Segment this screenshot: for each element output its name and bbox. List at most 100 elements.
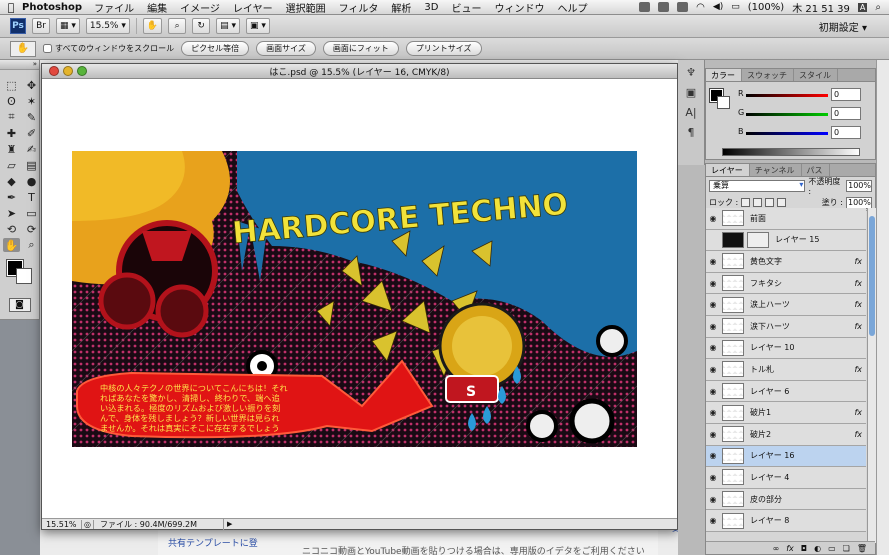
lasso-tool-icon[interactable]: ʘ bbox=[3, 94, 20, 108]
zoom-level-menu[interactable]: 15.5% ▾ bbox=[85, 18, 130, 34]
background-color-swatch[interactable] bbox=[16, 268, 32, 284]
zoom-window-button[interactable] bbox=[77, 66, 87, 76]
add-mask-icon[interactable]: ◘ bbox=[801, 544, 807, 553]
close-window-button[interactable] bbox=[49, 66, 59, 76]
path-select-tool-icon[interactable]: ➤ bbox=[3, 206, 20, 220]
document-title-bar[interactable]: はこ.psd @ 15.5% (レイヤー 16, CMYK/8) bbox=[42, 64, 677, 79]
minimize-window-button[interactable] bbox=[63, 66, 73, 76]
tab-color[interactable]: カラー bbox=[706, 69, 742, 81]
move-tool-icon[interactable]: ✥ bbox=[23, 78, 40, 92]
zoom-tool-icon[interactable]: ⌕ bbox=[23, 238, 40, 252]
user-icon[interactable]: A bbox=[857, 2, 868, 12]
eye-icon[interactable]: ◉ bbox=[706, 279, 720, 288]
document-canvas[interactable]: 中核の人々テクノの世界についてこんにちは！それ ればあなたを驚かし、清掃し、終わ… bbox=[42, 80, 677, 519]
eye-icon[interactable]: ◉ bbox=[706, 257, 720, 266]
layer-row[interactable]: ◉ 黄色文字 fx bbox=[706, 251, 866, 273]
layer-row[interactable]: ◉ トル札 fx bbox=[706, 359, 866, 381]
layer-fx-icon[interactable]: fx bbox=[854, 279, 862, 288]
eye-icon[interactable]: ◉ bbox=[706, 387, 720, 396]
tab-paths[interactable]: パス bbox=[802, 164, 830, 176]
eye-icon[interactable]: ◉ bbox=[706, 495, 720, 504]
layer-style-icon[interactable]: fx bbox=[786, 544, 794, 553]
arrange-documents-button[interactable]: ▤ ▾ bbox=[216, 18, 240, 34]
layer-row[interactable]: ◉ レイヤー 8 bbox=[706, 510, 866, 532]
tool-preset-picker[interactable]: ✋ bbox=[10, 40, 36, 57]
eye-icon[interactable]: ◉ bbox=[706, 365, 720, 374]
layer-fx-icon[interactable]: fx bbox=[854, 430, 862, 439]
lock-all-icon[interactable] bbox=[777, 198, 787, 207]
menu-image[interactable]: イメージ bbox=[180, 0, 220, 15]
layer-row[interactable]: ◉ 皮の部分 bbox=[706, 488, 866, 511]
green-value-input[interactable]: 0 bbox=[831, 107, 861, 120]
eye-icon[interactable]: ◉ bbox=[706, 300, 720, 309]
tab-styles[interactable]: スタイル bbox=[794, 69, 838, 81]
menu-3d[interactable]: 3D bbox=[424, 2, 438, 13]
eye-icon[interactable]: ◉ bbox=[706, 516, 720, 525]
layer-row[interactable]: ◉ 破片1 fx bbox=[706, 402, 866, 424]
healing-tool-icon[interactable]: ✚ bbox=[3, 126, 20, 140]
fill-input[interactable]: 100% bbox=[846, 196, 872, 209]
paragraph-panel-icon[interactable]: ¶ bbox=[681, 126, 701, 140]
shape-tool-icon[interactable]: ▭ bbox=[23, 206, 40, 220]
layer-row[interactable]: ◉ 前面 bbox=[706, 208, 866, 230]
layer-list-scrollbar[interactable] bbox=[867, 208, 876, 543]
layer-row[interactable]: ◉ フキタシ fx bbox=[706, 272, 866, 295]
hand-tool-button[interactable]: ✋ bbox=[142, 18, 163, 34]
menu-filter[interactable]: フィルタ bbox=[339, 0, 379, 15]
blur-tool-icon[interactable]: ◆ bbox=[3, 174, 20, 188]
pen-tool-icon[interactable]: ✒ bbox=[3, 190, 20, 204]
eye-icon[interactable]: ◉ bbox=[706, 343, 720, 352]
layer-row-selected[interactable]: ◉ レイヤー 16 bbox=[706, 445, 866, 468]
bridge-button[interactable]: Br bbox=[32, 18, 50, 34]
layer-fx-icon[interactable]: fx bbox=[854, 408, 862, 417]
menu-window[interactable]: ウィンドウ bbox=[494, 0, 544, 15]
layer-fx-icon[interactable]: fx bbox=[854, 257, 862, 266]
blue-slider[interactable] bbox=[746, 132, 828, 135]
color-panel-background-swatch[interactable] bbox=[717, 96, 730, 109]
layer-fx-icon[interactable]: fx bbox=[854, 365, 862, 374]
layer-fx-icon[interactable]: fx bbox=[854, 300, 862, 309]
status-menu-arrow-icon[interactable]: ▶ bbox=[224, 520, 232, 528]
history-brush-tool-icon[interactable]: ✍ bbox=[23, 142, 40, 156]
eye-icon[interactable]: ◉ bbox=[706, 473, 720, 482]
zoom-tool-button[interactable]: ⌕ bbox=[168, 18, 187, 34]
hand-tool-icon[interactable]: ✋ bbox=[3, 238, 20, 252]
history-panel-icon[interactable]: ♆ bbox=[681, 66, 701, 80]
layer-fx-icon[interactable]: fx bbox=[854, 322, 862, 331]
adjustment-layer-icon[interactable]: ◐ bbox=[814, 544, 821, 553]
menu-help[interactable]: ヘルプ bbox=[557, 0, 587, 15]
menu-clock[interactable]: 木 21 51 39 bbox=[792, 0, 850, 15]
layer-row[interactable]: ◉ 涙下ハーツ fx bbox=[706, 315, 866, 338]
tab-channels[interactable]: チャンネル bbox=[750, 164, 802, 176]
battery-percent[interactable]: (100%) bbox=[748, 2, 784, 13]
tray-app-icon[interactable] bbox=[639, 2, 651, 12]
trash-icon[interactable]: 🗑 bbox=[857, 544, 867, 553]
blue-value-input[interactable]: 0 bbox=[831, 126, 861, 139]
volume-icon[interactable]: ◀) bbox=[713, 2, 723, 12]
tools-panel-grip[interactable]: » bbox=[0, 60, 39, 70]
dodge-tool-icon[interactable]: ● bbox=[23, 174, 40, 188]
menu-app-name[interactable]: Photoshop bbox=[22, 2, 82, 13]
menu-edit[interactable]: 編集 bbox=[147, 0, 167, 15]
blend-mode-select[interactable]: 乗算 bbox=[709, 180, 806, 192]
wifi-icon[interactable]: ◠ bbox=[696, 2, 705, 13]
tab-swatches[interactable]: スウォッチ bbox=[742, 69, 794, 81]
new-layer-icon[interactable]: ❏ bbox=[843, 544, 850, 553]
quick-mask-button[interactable]: ◙ bbox=[8, 298, 31, 312]
color-spectrum-bar[interactable] bbox=[722, 148, 860, 156]
tray-sync-icon[interactable] bbox=[658, 2, 670, 12]
status-options-icon[interactable]: ◎ bbox=[82, 519, 94, 529]
menu-view[interactable]: ビュー bbox=[451, 0, 481, 15]
screen-mode-button[interactable]: ▣ ▾ bbox=[245, 18, 270, 34]
menu-select[interactable]: 選択範囲 bbox=[286, 0, 326, 15]
layer-row[interactable]: ◉ レイヤー 4 bbox=[706, 467, 866, 489]
actual-pixels-button[interactable]: ピクセル等倍 bbox=[181, 41, 250, 56]
green-slider[interactable] bbox=[746, 113, 828, 116]
spotlight-icon[interactable]: ⌕ bbox=[875, 2, 881, 13]
tray-bluetooth-icon[interactable] bbox=[677, 2, 689, 12]
new-group-icon[interactable]: ▭ bbox=[828, 544, 836, 553]
eye-icon[interactable]: ◉ bbox=[706, 430, 720, 439]
apple-icon[interactable]:  bbox=[0, 1, 22, 14]
lock-pixels-icon[interactable] bbox=[753, 198, 763, 207]
brush-tool-icon[interactable]: ✐ bbox=[23, 126, 40, 140]
